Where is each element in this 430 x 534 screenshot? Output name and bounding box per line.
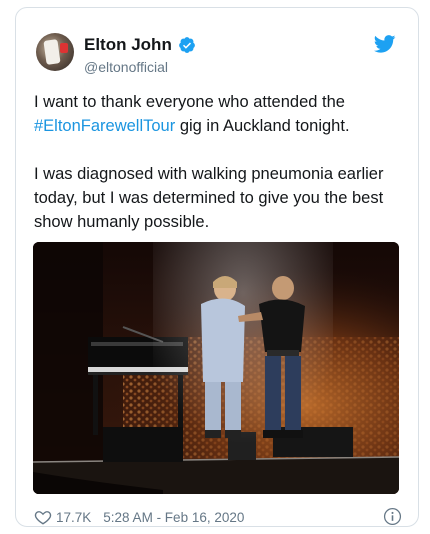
tweet-text-continuation: gig in Auckland tonight. xyxy=(175,117,350,135)
author-handle[interactable]: @eltonofficial xyxy=(84,59,168,75)
tweet-timestamp[interactable]: 5:28 AM - Feb 16, 2020 xyxy=(103,510,244,525)
hashtag-link[interactable]: #EltonFarewellTour xyxy=(34,117,175,135)
verified-badge-icon xyxy=(178,37,195,53)
avatar-accent xyxy=(60,43,68,53)
author-display-name[interactable]: Elton John xyxy=(84,35,172,55)
tweet-text: I want to thank everyone who attended th… xyxy=(34,90,404,234)
info-icon[interactable] xyxy=(383,507,402,526)
tweet-footer: 17.7K 5:28 AM - Feb 16, 2020 xyxy=(34,506,402,528)
heart-icon[interactable] xyxy=(34,508,52,526)
like-count[interactable]: 17.7K xyxy=(56,510,91,525)
tweet-paragraph-2: I was diagnosed with walking pneumonia e… xyxy=(34,165,384,231)
tweet-paragraph-1: I want to thank everyone who attended th… xyxy=(34,90,404,138)
concert-stage-photo xyxy=(33,242,399,494)
tweet-text-intro: I want to thank everyone who attended th… xyxy=(34,93,345,111)
avatar-figure xyxy=(43,39,61,65)
author-name-row: Elton John xyxy=(84,35,196,55)
avatar[interactable] xyxy=(36,33,74,71)
twitter-bird-icon[interactable] xyxy=(374,35,396,53)
tweet-photo[interactable] xyxy=(33,242,399,494)
tweet-card: Elton John @eltonofficial I want to than… xyxy=(15,7,419,527)
